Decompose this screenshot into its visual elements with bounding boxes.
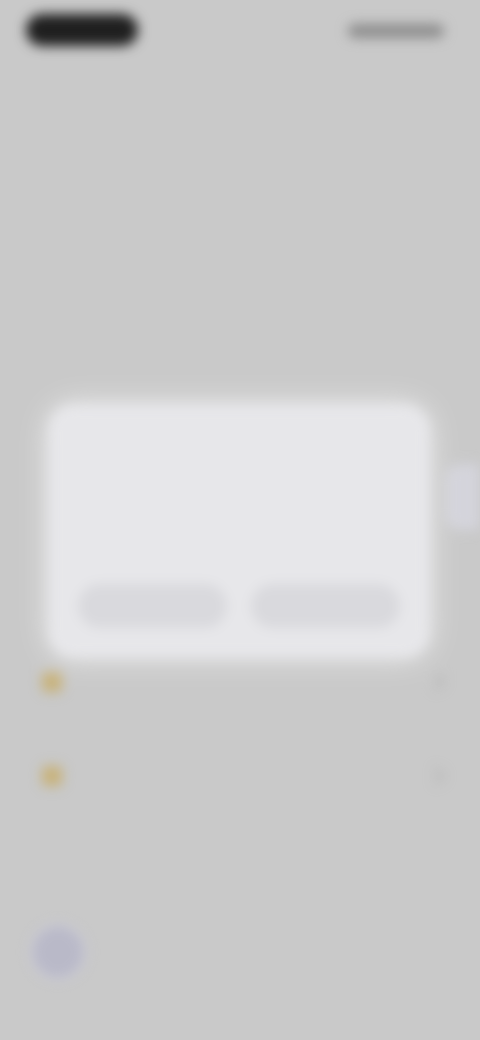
list-item[interactable] — [42, 664, 445, 700]
dialog — [48, 404, 430, 658]
chevron-right-icon — [427, 673, 445, 691]
item-icon — [42, 766, 62, 786]
status-time — [26, 14, 138, 46]
list-item[interactable] — [42, 758, 445, 794]
status-bar — [0, 0, 480, 60]
header-link[interactable] — [28, 72, 158, 94]
item-icon — [42, 672, 62, 692]
side-tab[interactable] — [446, 464, 480, 530]
page-subtitle — [28, 134, 168, 154]
dialog-actions — [78, 584, 400, 628]
dialog-cancel-button[interactable] — [78, 584, 227, 628]
floating-action-button[interactable] — [30, 924, 86, 980]
dialog-confirm-button[interactable] — [251, 584, 400, 628]
status-icons — [348, 24, 444, 38]
chevron-right-icon — [427, 767, 445, 785]
app-screen — [0, 0, 480, 1040]
